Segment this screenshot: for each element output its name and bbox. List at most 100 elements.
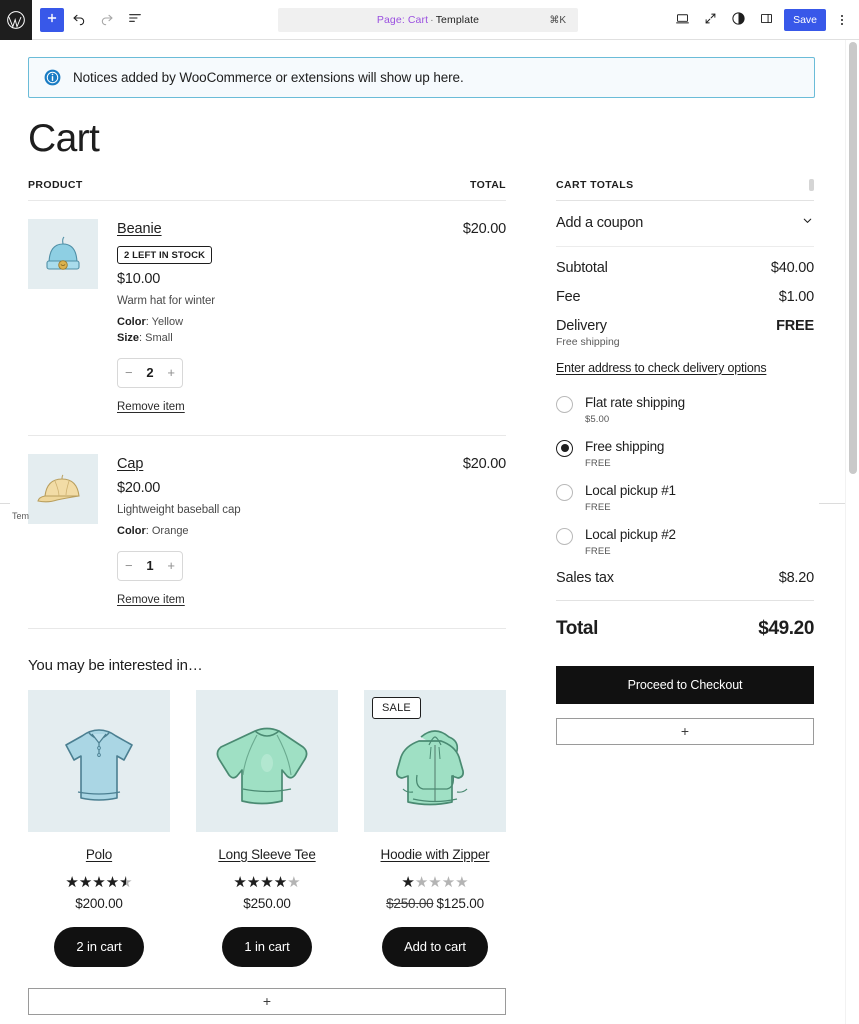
price-current: $125.00: [436, 895, 485, 911]
item-unit-price: $20.00: [117, 479, 161, 496]
vertical-scrollbar[interactable]: [845, 40, 859, 1024]
delivery-label: Delivery: [556, 317, 607, 334]
shipping-option-flat-rate[interactable]: Flat rate shipping $5.00: [556, 388, 814, 432]
add-block-button-totals[interactable]: +: [556, 717, 814, 745]
document-overview-icon: [127, 10, 143, 29]
hoodie-with-zipper-image[interactable]: SALE: [364, 689, 506, 832]
rating-stars-filled: ★★★★★: [233, 875, 288, 890]
long-sleeve-tee-image[interactable]: [196, 689, 338, 832]
item-variations: Color: Yellow Size: Small: [117, 315, 184, 344]
subtotal-row: Subtotal $40.00: [556, 247, 814, 276]
quantity-increase-button[interactable]: +: [167, 366, 175, 379]
cart-layout: PRODUCT TOTAL Beanie 2 LEFT IN STOCK $10…: [0, 178, 845, 1015]
cross-sells-grid: Polo ★★★★★ ★★★★★ $200.00 2 in cart: [28, 689, 506, 967]
cross-sell-name-link[interactable]: Long Sleeve Tee: [196, 847, 338, 862]
proceed-to-checkout-button[interactable]: Proceed to Checkout: [556, 665, 814, 704]
cart-item-details: Beanie 2 LEFT IN STOCK $10.00 Warm hat f…: [117, 219, 436, 415]
rating-stars: ★★★★★ ★★★★★: [364, 874, 506, 890]
info-icon: [43, 68, 62, 87]
divider: [819, 503, 845, 504]
device-preview-button[interactable]: [669, 7, 695, 33]
shipping-option-name: Local pickup #1: [585, 482, 676, 498]
sales-tax-label: Sales tax: [556, 569, 614, 586]
rating-stars: ★★★★★ ★★★★★: [28, 874, 170, 890]
options-menu-button[interactable]: [831, 7, 853, 33]
wordpress-logo-button[interactable]: [0, 0, 32, 40]
remove-item-link[interactable]: Remove item: [117, 594, 185, 606]
settings-sidebar-icon: [759, 11, 774, 29]
polo-shirt-image[interactable]: [28, 689, 170, 832]
cart-totals-heading: CART TOTALS: [556, 178, 634, 191]
save-button[interactable]: Save: [784, 9, 826, 31]
command-palette-shortcut: ⌘K: [549, 14, 566, 26]
list-item: Polo ★★★★★ ★★★★★ $200.00 2 in cart: [28, 689, 170, 967]
scrollbar-thumb[interactable]: [849, 42, 857, 474]
cart-totals-column: CART TOTALS Add a coupon Subtotal $40.00: [556, 178, 814, 1015]
delivery-note: Free shipping: [556, 335, 620, 348]
contrast-styles-icon: [731, 11, 746, 29]
shipping-option-local-pickup-2[interactable]: Local pickup #2 FREE: [556, 520, 814, 564]
product-name-link[interactable]: Cap: [117, 456, 143, 472]
document-overview-button[interactable]: [122, 7, 148, 33]
remove-item-link[interactable]: Remove item: [117, 401, 185, 413]
list-item: Long Sleeve Tee ★★★★★ ★★★★★ $250.00 1 in…: [196, 689, 338, 967]
radio-button[interactable]: [556, 483, 573, 501]
quantity-value: 1: [146, 558, 154, 574]
shipping-option-name: Free shipping: [585, 438, 665, 454]
divider: [0, 503, 10, 504]
cap-product-image[interactable]: [28, 453, 98, 524]
enter-address-link[interactable]: Enter address to check delivery options: [556, 361, 767, 375]
column-header-product: PRODUCT: [28, 178, 83, 191]
redo-button[interactable]: [94, 7, 120, 33]
list-item: SALE Hoodie with Zipper ★★★★★ ★ $250.00 …: [364, 689, 506, 967]
cross-sell-name-link[interactable]: Hoodie with Zipper: [364, 847, 506, 862]
quantity-increase-button[interactable]: +: [167, 559, 175, 572]
product-name-link[interactable]: Beanie: [117, 221, 162, 237]
radio-button[interactable]: [556, 395, 573, 413]
add-to-cart-button[interactable]: Add to cart: [382, 926, 488, 967]
item-description: Warm hat for winter: [117, 294, 216, 307]
undo-button[interactable]: [66, 7, 92, 33]
shipping-option-free-shipping[interactable]: Free shipping FREE: [556, 432, 814, 476]
zoom-out-button[interactable]: [697, 7, 723, 33]
cross-sell-price: $200.00: [28, 896, 170, 911]
chevron-down-icon: [801, 214, 814, 232]
add-to-cart-button[interactable]: 1 in cart: [222, 926, 312, 967]
variation-label: Color: [117, 524, 146, 537]
item-description: Lightweight baseball cap: [117, 503, 241, 516]
document-title-bar[interactable]: Page: Cart · Template ⌘K: [278, 8, 578, 32]
cross-sell-price: $250.00: [196, 896, 338, 911]
quantity-decrease-button[interactable]: −: [125, 366, 133, 379]
styles-button[interactable]: [725, 7, 751, 33]
add-coupon-toggle[interactable]: Add a coupon: [556, 201, 814, 247]
delivery-row: Delivery FREE: [556, 305, 814, 334]
quantity-value: 2: [146, 365, 154, 381]
add-block-button[interactable]: [40, 7, 64, 32]
total-label: Total: [556, 617, 598, 639]
radio-button[interactable]: [556, 527, 573, 545]
quantity-stepper[interactable]: − 1 +: [117, 550, 183, 581]
item-line-total: $20.00: [462, 455, 506, 472]
add-block-button-cross-sells[interactable]: +: [28, 987, 506, 1015]
clipped-template-label: Tem: [12, 511, 30, 521]
quantity-stepper[interactable]: − 2 +: [117, 357, 183, 388]
shipping-option-cost: FREE: [585, 545, 611, 557]
shipping-option-cost: FREE: [585, 457, 611, 469]
drag-handle-icon[interactable]: [809, 178, 814, 191]
beanie-product-image[interactable]: [28, 218, 98, 289]
settings-sidebar-button[interactable]: [753, 7, 779, 33]
shipping-option-cost: FREE: [585, 501, 611, 513]
cross-sell-name-link[interactable]: Polo: [28, 847, 170, 862]
cart-items-column: PRODUCT TOTAL Beanie 2 LEFT IN STOCK $10…: [28, 179, 506, 1015]
notice-text: Notices added by WooCommerce or extensio…: [73, 70, 464, 85]
fee-row: Fee $1.00: [556, 276, 814, 305]
delivery-value: FREE: [776, 317, 814, 334]
document-title-template: Template: [435, 14, 480, 26]
add-to-cart-button[interactable]: 2 in cart: [54, 926, 144, 967]
subtotal-value: $40.00: [770, 259, 814, 276]
quantity-decrease-button[interactable]: −: [125, 559, 133, 572]
radio-button[interactable]: [556, 439, 573, 457]
variation-value: Small: [145, 331, 173, 344]
cross-sells-heading: You may be interested in…: [28, 656, 203, 674]
shipping-option-local-pickup-1[interactable]: Local pickup #1 FREE: [556, 476, 814, 520]
